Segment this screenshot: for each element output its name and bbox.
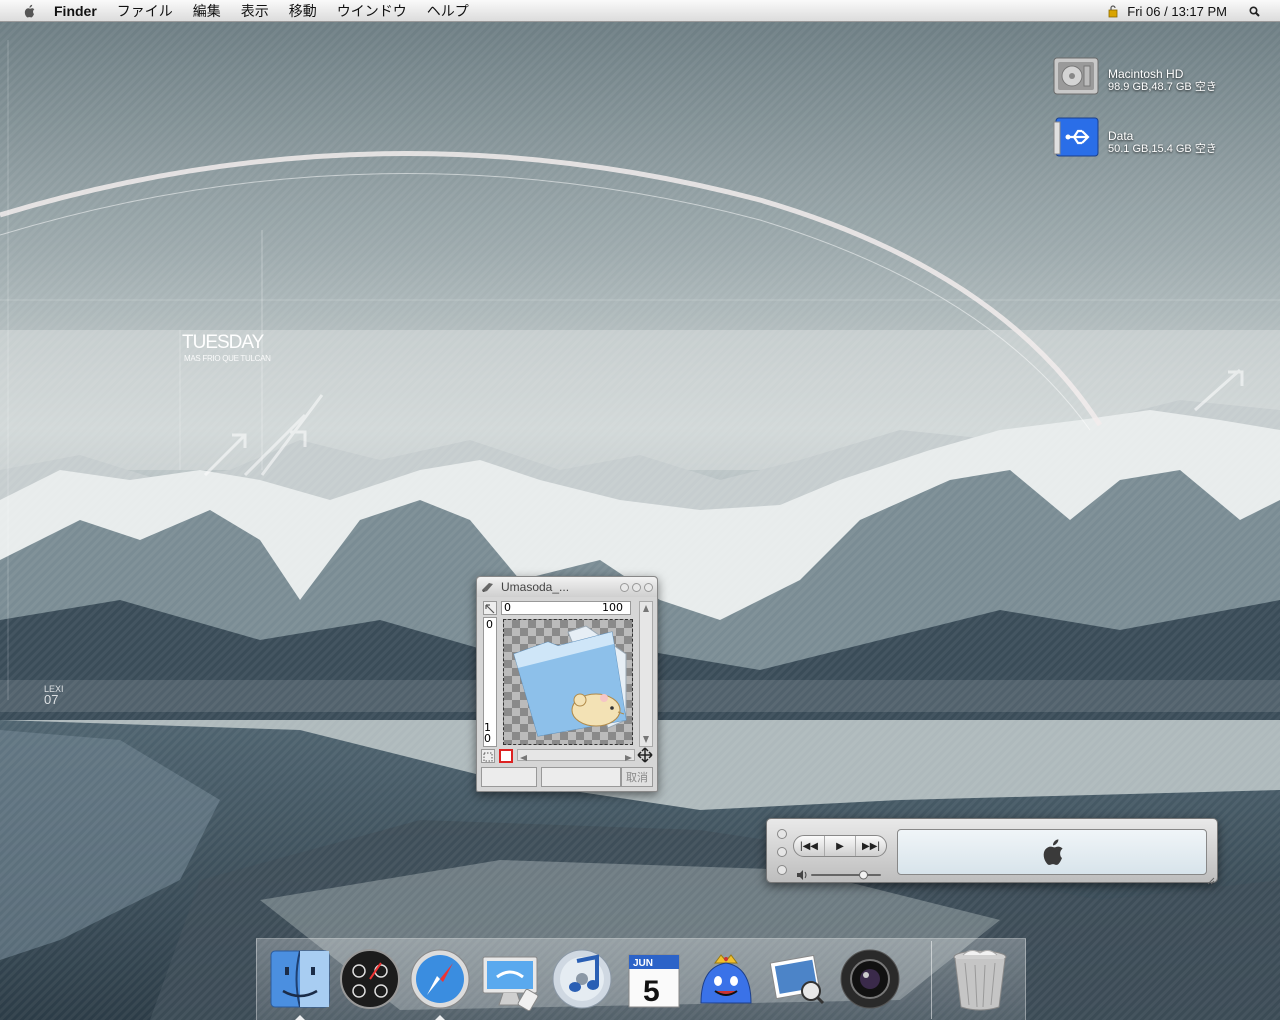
dock-photo-booth-icon[interactable]	[837, 947, 903, 1013]
menu-help[interactable]: ヘルプ	[427, 1, 469, 21]
quick-mask-toggle-icon[interactable]	[499, 749, 513, 763]
ruler-h-end: 100	[602, 601, 623, 614]
desktop-icon-data[interactable]: Data 50.1 GB,15.4 GB 空き	[1052, 114, 1217, 160]
desktop-icon-info: 98.9 GB,48.7 GB 空き	[1108, 81, 1217, 93]
dock-trash-icon[interactable]	[947, 947, 1013, 1013]
editor-titlebar[interactable]: Umasoda_...	[477, 577, 657, 597]
dock-finder-icon[interactable]	[267, 947, 333, 1013]
menu-view[interactable]: 表示	[241, 1, 269, 21]
apple-logo-icon	[1040, 838, 1064, 866]
menu-window[interactable]: ウインドウ	[337, 1, 407, 21]
menu-edit[interactable]: 編集	[193, 1, 221, 21]
itunes-display	[897, 829, 1207, 875]
ruler-corner-arrow-icon[interactable]	[483, 601, 497, 615]
window-close-button[interactable]	[644, 582, 653, 592]
menu-bar: Finder ファイル 編集 表示 移動 ウインドウ ヘルプ Fri 06 / …	[0, 0, 1280, 22]
vertical-scrollbar[interactable]	[639, 601, 653, 747]
horizontal-ruler: 0 100	[501, 601, 631, 615]
volume-slider[interactable]	[797, 867, 887, 880]
wallpaper-number-text: 07	[44, 692, 59, 707]
menu-file[interactable]: ファイル	[117, 1, 173, 21]
dock-dashboard-icon[interactable]	[337, 947, 403, 1013]
window-minimize-button[interactable]	[777, 847, 787, 857]
cancel-button[interactable]: 取消	[621, 767, 653, 787]
desktop-icon-macintosh-hd[interactable]: Macintosh HD 98.9 GB,48.7 GB 空き	[1052, 52, 1217, 98]
itunes-mini-player[interactable]: |◀◀ ▶ ▶▶|	[766, 818, 1218, 885]
window-zoom-button[interactable]	[777, 865, 787, 875]
window-close-button[interactable]	[777, 829, 787, 839]
dock-mail-icon[interactable]	[477, 947, 543, 1013]
window-minimize-button[interactable]	[620, 582, 629, 592]
hard-drive-icon	[1052, 52, 1102, 98]
dock: JUN 5	[256, 938, 1026, 1020]
menu-extra-icon[interactable]	[1107, 4, 1119, 18]
desktop-icon-label: Data	[1108, 129, 1134, 143]
desktop-icon-info: 50.1 GB,15.4 GB 空き	[1108, 143, 1217, 155]
ical-day-text: 5	[643, 975, 660, 1008]
spotlight-search-icon[interactable]	[1249, 5, 1260, 17]
dock-running-indicator	[295, 1015, 305, 1020]
wallpaper-day-text: TUESDAY	[182, 332, 264, 353]
usb-drive-icon	[1052, 114, 1102, 160]
dock-itunes-icon[interactable]	[549, 947, 615, 1013]
ruler-h-start: 0	[504, 601, 511, 614]
status-field-right	[541, 767, 621, 787]
dock-slime-icon[interactable]	[693, 947, 759, 1013]
apple-icon[interactable]	[18, 4, 40, 18]
window-zoom-button[interactable]	[632, 582, 641, 592]
dock-preview-icon[interactable]	[765, 947, 831, 1013]
image-canvas[interactable]	[503, 619, 633, 745]
menu-go[interactable]: 移動	[289, 1, 317, 21]
next-track-button[interactable]: ▶▶|	[856, 836, 886, 856]
navigate-icon[interactable]	[637, 747, 653, 763]
resize-grip-icon[interactable]	[1207, 872, 1215, 885]
dock-running-indicator	[435, 1015, 445, 1020]
ical-month-text: JUN	[633, 958, 653, 969]
dock-safari-icon[interactable]	[407, 947, 473, 1013]
menu-app-finder[interactable]: Finder	[54, 3, 97, 19]
menu-clock[interactable]: Fri 06 / 13:17 PM	[1127, 4, 1227, 19]
dock-ical-icon[interactable]: JUN 5	[621, 947, 687, 1013]
editor-app-icon	[481, 581, 495, 593]
playback-controls: |◀◀ ▶ ▶▶|	[793, 835, 887, 857]
previous-track-button[interactable]: |◀◀	[794, 836, 825, 856]
desktop-icon-label: Macintosh HD	[1108, 67, 1184, 81]
play-button[interactable]: ▶	[825, 836, 856, 856]
dock-separator	[931, 941, 932, 1019]
status-field-left	[481, 767, 537, 787]
image-editor-window[interactable]: Umasoda_... 0 100 0 10 取消	[476, 576, 658, 792]
editor-title: Umasoda_...	[501, 580, 570, 594]
folder-with-hamster-icon	[508, 624, 630, 745]
vertical-ruler: 0 10	[483, 617, 497, 747]
ruler-v-end: 10	[484, 721, 491, 745]
horizontal-scrollbar[interactable]	[517, 749, 635, 761]
ruler-v-start: 0	[486, 618, 493, 631]
wallpaper-tagline-text: MAS FRIO QUE TULCAN	[184, 354, 271, 363]
zoom-to-fit-icon[interactable]	[481, 749, 495, 763]
